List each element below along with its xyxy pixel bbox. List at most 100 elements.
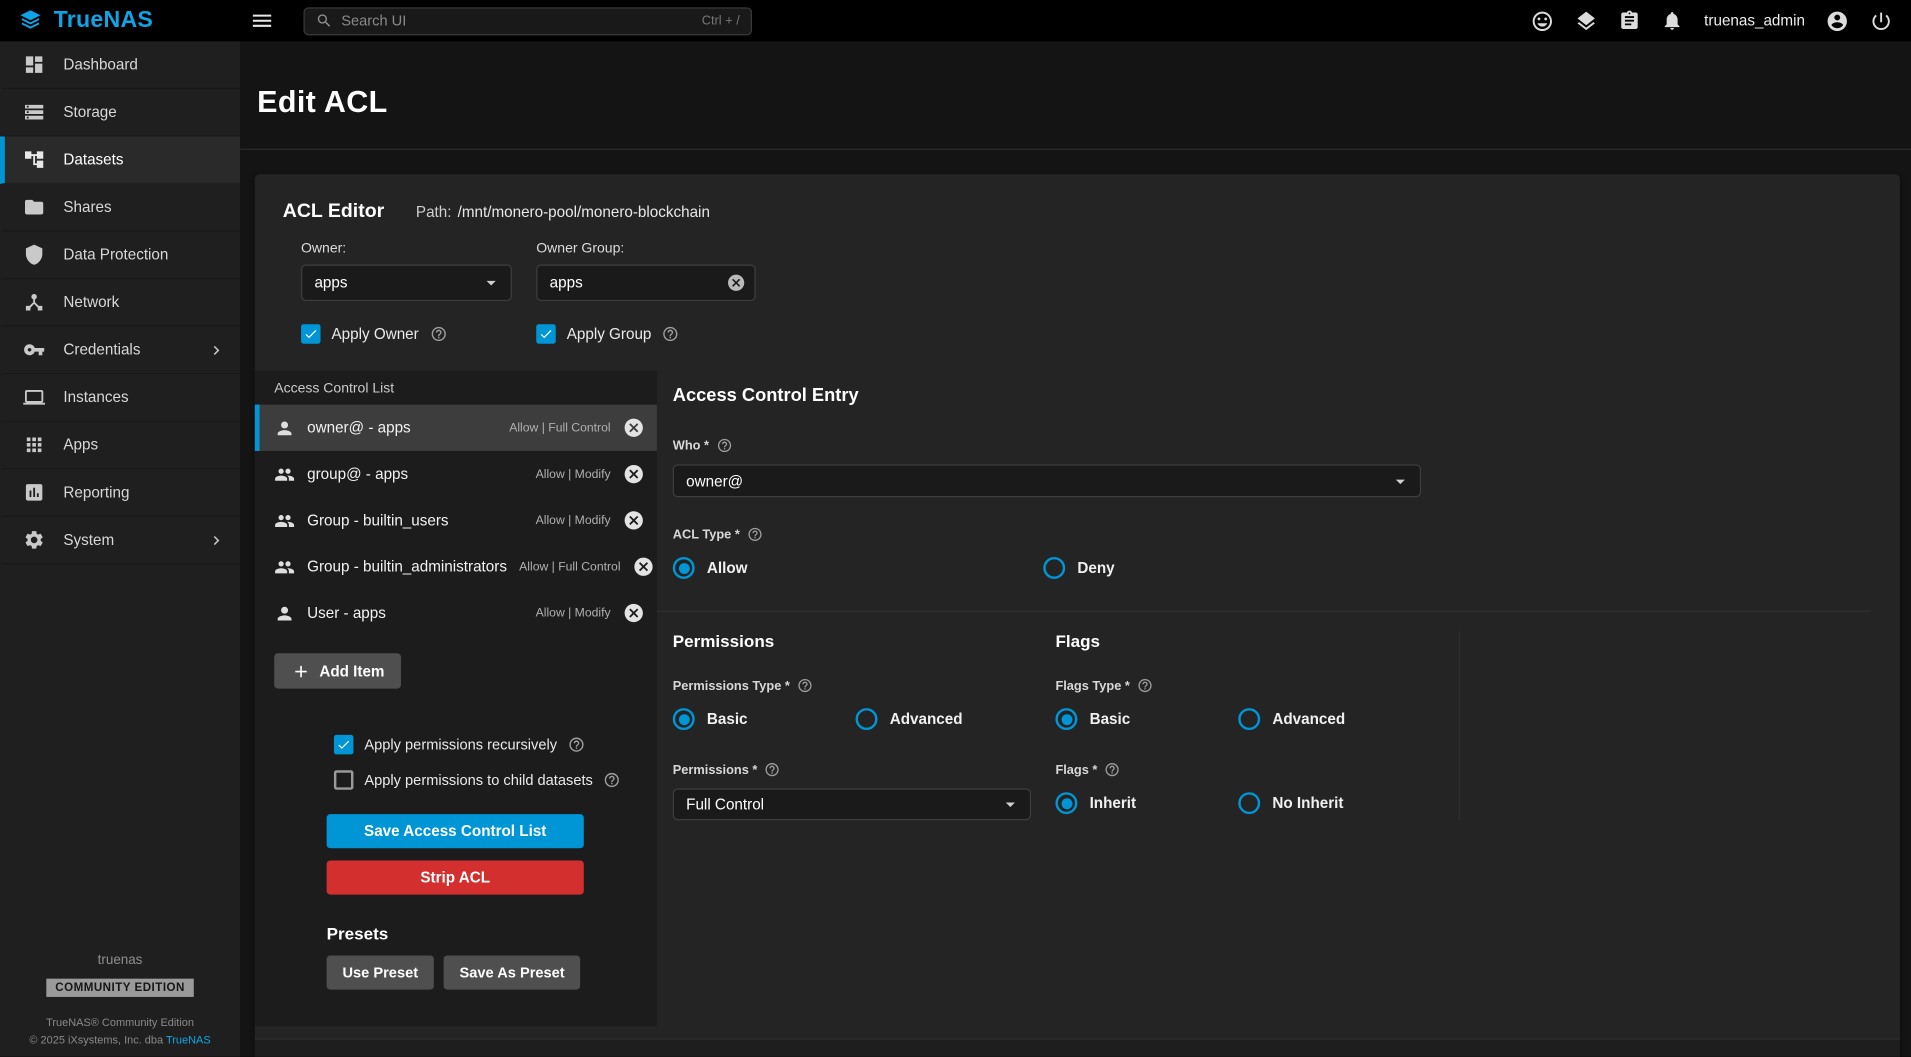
bar-chart-icon [23,481,45,503]
feedback-smiley-icon[interactable] [1531,9,1554,32]
recursive-checkbox[interactable] [334,735,354,755]
sidebar-item-dashboard[interactable]: Dashboard [0,41,240,89]
help-icon[interactable] [1105,762,1121,778]
help-icon[interactable] [797,678,813,694]
truenas-link[interactable]: TrueNAS [166,1034,211,1046]
apply-group-checkbox[interactable] [536,324,556,344]
help-icon[interactable] [568,736,585,753]
sidebar-item-datasets[interactable]: Datasets [0,137,240,185]
clipboard-icon[interactable] [1619,10,1641,32]
sidebar-item-label: System [63,531,114,548]
help-icon[interactable] [662,325,679,342]
power-icon[interactable] [1870,9,1893,32]
search-input[interactable] [341,12,693,29]
flags-section: Flags Flags Type * Basic [1055,631,1460,820]
remove-entry-icon[interactable] [633,556,655,578]
sidebar-item-apps[interactable]: Apps [0,422,240,470]
help-icon[interactable] [716,438,732,454]
sidebar-item-storage[interactable]: Storage [0,89,240,137]
apply-row: Apply Owner Apply Group [255,301,1900,370]
acl-entry-name: Group - builtin_administrators [307,558,507,575]
clear-icon[interactable] [726,273,746,293]
radio-no-inherit[interactable]: No Inherit [1238,792,1421,814]
top-actions: truenas_admin [1531,9,1911,32]
account-circle-icon[interactable] [1826,9,1849,32]
acl-entry-row[interactable]: User - apps Allow | Modify [255,590,657,636]
sidebar-item-system[interactable]: System [0,517,240,565]
owner-row: Owner: apps Owner Group: apps [255,223,1900,301]
perm-flag-sections: Permissions Permissions Type * Basic [673,612,1871,820]
sidebar-item-label: Reporting [63,484,129,501]
chevron-right-icon [207,531,225,549]
radio-deny[interactable]: Deny [1043,557,1414,579]
copyright-line: © 2025 iXsystems, Inc. dba TrueNAS [0,1032,240,1049]
help-icon[interactable] [1137,678,1153,694]
acl-entry-row[interactable]: owner@ - apps Allow | Full Control [255,405,657,451]
network-hub-icon [23,291,45,313]
brand-logo[interactable]: TrueNAS [0,7,240,34]
remove-entry-icon[interactable] [623,463,645,485]
alerts-bell-icon[interactable] [1662,10,1684,32]
who-select[interactable]: owner@ [673,464,1421,497]
flags-label: Flags * [1055,762,1458,778]
radio-permissions-advanced[interactable]: Advanced [856,708,1039,730]
dashboard-icon [23,54,45,76]
radio-icon [1238,708,1260,730]
sidebar-item-label: Credentials [63,341,140,358]
child-datasets-checkbox[interactable] [334,770,354,790]
radio-flags-advanced[interactable]: Advanced [1238,708,1421,730]
acl-editor-header: ACL Editor Path:/mnt/monero-pool/monero-… [255,174,1900,223]
radio-allow[interactable]: Allow [673,557,1044,579]
radio-flags-basic[interactable]: Basic [1055,708,1238,730]
sidebar: Dashboard Storage Datasets Shares Data P… [0,41,240,1056]
flags-heading: Flags [1055,631,1458,651]
acl-entry-row[interactable]: Group - builtin_administrators Allow | F… [255,544,657,590]
permissions-select[interactable]: Full Control [673,789,1031,821]
truenas-app: TrueNAS Ctrl + / truenas_admi [0,0,1911,1057]
sidebar-item-credentials[interactable]: Credentials [0,327,240,375]
acl-entry-name: owner@ - apps [307,419,411,436]
save-as-preset-button[interactable]: Save As Preset [444,956,581,990]
sidebar-footer: truenas COMMUNITY EDITION TrueNAS® Commu… [0,953,240,1049]
user-icon [274,417,295,438]
apply-owner-checkbox[interactable] [301,324,321,344]
acl-list-pane: Access Control List owner@ - apps Allow … [255,371,657,1027]
help-icon[interactable] [747,527,763,543]
acl-entry-row[interactable]: Group - builtin_users Allow | Modify [255,497,657,543]
add-item-button[interactable]: Add Item [274,653,401,688]
remove-entry-icon[interactable] [623,509,645,531]
save-acl-button[interactable]: Save Access Control List [327,814,584,848]
acl-entry-permission: Allow | Modify [536,514,611,527]
sidebar-item-network[interactable]: Network [0,279,240,327]
remove-entry-icon[interactable] [623,602,645,624]
acl-entry-name: group@ - apps [307,466,408,483]
flags-type-label: Flags Type * [1055,678,1458,694]
sidebar-item-label: Apps [63,436,98,453]
search-bar[interactable]: Ctrl + / [303,7,752,35]
sidebar-nav: Dashboard Storage Datasets Shares Data P… [0,41,240,564]
sidebar-item-reporting[interactable]: Reporting [0,469,240,517]
ace-heading: Access Control Entry [673,385,1871,406]
help-icon[interactable] [604,771,621,788]
radio-inherit[interactable]: Inherit [1055,792,1238,814]
owner-select[interactable]: apps [301,264,512,301]
help-icon[interactable] [765,762,781,778]
sidebar-item-shares[interactable]: Shares [0,184,240,232]
layers-icon[interactable] [1575,9,1598,32]
sidebar-item-label: Storage [63,104,116,121]
plus-icon [291,661,311,681]
search-shortcut-hint: Ctrl + / [702,13,740,28]
owner-group-input[interactable]: apps [536,264,755,301]
remove-entry-icon[interactable] [623,417,645,439]
radio-permissions-basic[interactable]: Basic [673,708,856,730]
presets-heading: Presets [327,924,638,944]
acl-entry-permission: Allow | Full Control [519,560,620,573]
strip-acl-button[interactable]: Strip ACL [327,860,584,894]
sidebar-item-instances[interactable]: Instances [0,374,240,422]
sidebar-item-data-protection[interactable]: Data Protection [0,232,240,280]
help-icon[interactable] [430,325,447,342]
acl-entry-row[interactable]: group@ - apps Allow | Modify [255,451,657,497]
use-preset-button[interactable]: Use Preset [327,956,434,990]
menu-toggle-button[interactable] [250,9,274,33]
radio-icon [1055,708,1077,730]
